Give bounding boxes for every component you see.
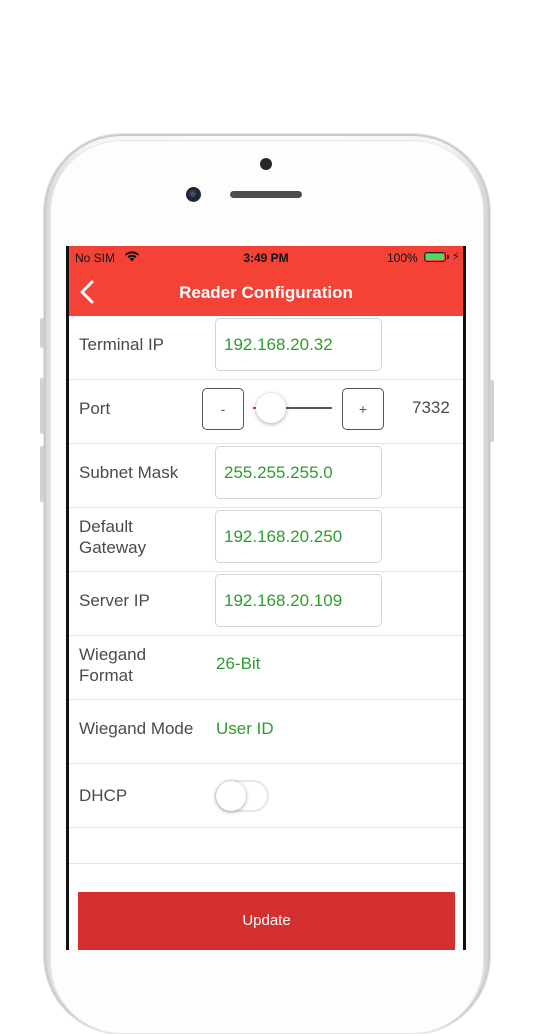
terminal-ip-row: Terminal IP 192.168.20.32 — [69, 316, 463, 380]
port-value: 7332 — [412, 398, 450, 417]
server-ip-label: Server IP — [79, 591, 150, 610]
wiegand-format-value[interactable]: 26-Bit — [216, 654, 260, 674]
port-slider-thumb[interactable] — [256, 393, 286, 423]
app-header: No SIM 3:49 PM 100% ⚡ Reader Configurati… — [69, 246, 463, 316]
server-ip-input[interactable]: 192.168.20.109 — [215, 574, 382, 627]
dhcp-row: DHCP — [69, 764, 463, 828]
battery-percent: 100% — [387, 251, 418, 265]
wiegand-mode-label: Wiegand Mode — [79, 719, 194, 738]
default-gateway-label: Default Gateway — [79, 516, 146, 558]
volume-up-button — [40, 378, 44, 434]
wiegand-mode-value[interactable]: User ID — [216, 719, 274, 739]
dhcp-toggle-knob — [216, 781, 246, 811]
app-screen: No SIM 3:49 PM 100% ⚡ Reader Configurati… — [69, 246, 463, 950]
port-decrement-button[interactable]: - — [202, 388, 244, 430]
power-button — [490, 380, 494, 442]
default-gateway-label-line1: Default — [79, 517, 133, 536]
charging-bolt-icon: ⚡ — [452, 251, 460, 263]
subnet-mask-row: Subnet Mask 255.255.255.0 — [69, 444, 463, 508]
wiegand-format-label-line2: Format — [79, 666, 133, 685]
port-label: Port — [79, 399, 111, 418]
page-title: Reader Configuration — [179, 283, 353, 302]
wiegand-format-row[interactable]: Wiegand Format 26-Bit — [69, 636, 463, 700]
status-bar: No SIM 3:49 PM 100% ⚡ — [69, 246, 463, 270]
subnet-mask-input[interactable]: 255.255.255.0 — [215, 446, 382, 499]
proximity-sensor — [260, 158, 272, 170]
earpiece-speaker — [230, 191, 302, 198]
dhcp-toggle[interactable] — [215, 780, 269, 812]
wiegand-mode-row[interactable]: Wiegand Mode User ID — [69, 700, 463, 764]
front-camera — [186, 187, 201, 202]
terminal-ip-input[interactable]: 192.168.20.32 — [215, 318, 382, 371]
subnet-mask-label: Subnet Mask — [79, 463, 179, 482]
phone-screen: No SIM 3:49 PM 100% ⚡ Reader Configurati… — [66, 246, 466, 950]
empty-row — [69, 828, 463, 864]
wiegand-format-label: Wiegand Format — [79, 644, 146, 686]
server-ip-row: Server IP 192.168.20.109 — [69, 572, 463, 636]
dhcp-label: DHCP — [79, 786, 128, 805]
battery-icon — [424, 252, 449, 262]
default-gateway-row: Default Gateway 192.168.20.250 — [69, 508, 463, 572]
wiegand-format-label-line1: Wiegand — [79, 645, 147, 664]
terminal-ip-label: Terminal IP — [79, 335, 165, 354]
mute-switch — [40, 318, 44, 348]
default-gateway-input[interactable]: 192.168.20.250 — [215, 510, 382, 563]
port-increment-button[interactable]: + — [342, 388, 384, 430]
port-row: Port - + 7332 — [69, 380, 463, 444]
default-gateway-label-line2: Gateway — [79, 538, 147, 557]
update-button[interactable]: Update — [78, 892, 455, 950]
volume-down-button — [40, 446, 44, 502]
